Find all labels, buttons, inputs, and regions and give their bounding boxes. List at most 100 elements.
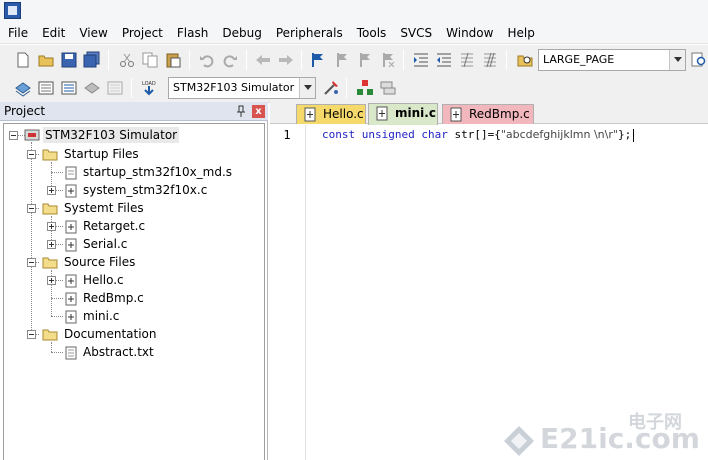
indent-icon[interactable] <box>412 51 430 69</box>
tree-root-target[interactable]: STM32F103 Simulator <box>43 127 180 143</box>
c-file-icon <box>65 184 77 198</box>
tree-file-hello-c[interactable]: Hello.c <box>83 272 124 288</box>
select-packs-icon[interactable] <box>379 79 397 97</box>
build-icon[interactable] <box>37 79 55 97</box>
uncomment-icon[interactable] <box>481 51 499 69</box>
chevron-down-icon[interactable] <box>669 50 685 70</box>
undo-icon[interactable] <box>198 51 216 69</box>
folder-open-icon <box>42 329 58 341</box>
menu-file[interactable]: File <box>0 22 35 44</box>
watermark-en-text: E21ic.com <box>540 422 700 455</box>
target-combo[interactable]: STM32F103 Simulator <box>168 77 316 99</box>
project-panel-title: Project <box>4 104 46 118</box>
tree-expander-startup[interactable] <box>27 150 36 159</box>
target-options-icon[interactable] <box>322 79 340 97</box>
bookmark-icon[interactable] <box>309 51 327 69</box>
tree-file-retarget-c[interactable]: Retarget.c <box>83 218 145 234</box>
tree-group-startup[interactable]: Startup Files <box>64 146 139 162</box>
asm-file-icon <box>65 166 77 180</box>
nav-forward-icon[interactable] <box>277 51 295 69</box>
batch-build-icon[interactable] <box>83 79 101 97</box>
prev-bookmark-icon[interactable] <box>332 51 350 69</box>
tree-file-startup-s[interactable]: startup_stm32f10x_md.s <box>83 164 232 180</box>
tab-mini-c[interactable]: mini.c <box>368 103 438 125</box>
tab-redbmp-c[interactable]: RedBmp.c <box>442 104 534 124</box>
page-combo[interactable]: LARGE_PAGE <box>538 49 686 71</box>
tab-hello-c[interactable]: Hello.c <box>296 104 366 124</box>
pin-icon[interactable] <box>236 105 246 117</box>
c-file-icon <box>65 292 77 306</box>
c-file-icon <box>65 274 77 288</box>
project-panel-header: Project x <box>0 102 268 121</box>
new-file-icon[interactable] <box>14 51 32 69</box>
code-string-literal: "abcdefghijklmn \n\r" <box>500 128 618 141</box>
copy-icon[interactable] <box>141 51 159 69</box>
save-icon[interactable] <box>60 51 78 69</box>
redo-icon[interactable] <box>221 51 239 69</box>
cut-icon[interactable] <box>118 51 136 69</box>
tree-file-system-c[interactable]: system_stm32f10x.c <box>83 182 207 198</box>
tree-expander-retarget[interactable] <box>47 222 56 231</box>
tree-expander-root[interactable] <box>9 131 18 140</box>
open-folder-icon[interactable] <box>37 51 55 69</box>
menu-project[interactable]: Project <box>115 22 170 44</box>
menu-flash[interactable]: Flash <box>170 22 215 44</box>
menu-debug[interactable]: Debug <box>215 22 268 44</box>
tree-group-systemt[interactable]: Systemt Files <box>64 200 144 216</box>
code-line[interactable]: const unsigned char str[]={"abcdefghijkl… <box>322 128 635 142</box>
menu-window[interactable]: Window <box>439 22 500 44</box>
translate-icon[interactable] <box>14 79 32 97</box>
manage-components-icon[interactable] <box>356 79 374 97</box>
tree-file-mini-c[interactable]: mini.c <box>83 308 119 324</box>
tree-file-abstract-txt[interactable]: Abstract.txt <box>83 344 154 360</box>
tree-group-source[interactable]: Source Files <box>64 254 135 270</box>
folder-open-icon <box>42 257 58 269</box>
watermark-logo: 电子网 E21ic.com <box>500 406 708 460</box>
unindent-icon[interactable] <box>435 51 453 69</box>
line-number: 1 <box>283 128 291 142</box>
tree-group-documentation[interactable]: Documentation <box>64 326 157 342</box>
menu-view[interactable]: View <box>72 22 114 44</box>
tree-expander-hello[interactable] <box>47 276 56 285</box>
text-file-icon <box>65 346 77 360</box>
code-identifier: str[]={ <box>454 128 501 141</box>
tree-expander-documentation[interactable] <box>27 330 36 339</box>
load-download-icon[interactable]: LOAD <box>140 79 158 97</box>
menu-svcs[interactable]: SVCS <box>393 22 439 44</box>
rebuild-icon[interactable] <box>60 79 78 97</box>
c-file-icon <box>65 238 77 252</box>
nav-back-icon[interactable] <box>254 51 272 69</box>
code-tail: }; <box>617 128 632 141</box>
code-keyword: char <box>421 128 448 141</box>
close-button[interactable]: x <box>252 105 265 118</box>
menu-tools[interactable]: Tools <box>350 22 394 44</box>
save-all-icon[interactable] <box>83 51 101 69</box>
paste-icon[interactable] <box>164 51 182 69</box>
c-file-icon <box>65 220 77 234</box>
code-keyword: const <box>322 128 356 141</box>
text-cursor <box>633 128 635 142</box>
menu-help[interactable]: Help <box>500 22 541 44</box>
chevron-down-icon[interactable] <box>299 78 315 98</box>
build-toolbar: LOAD STM32F103 Simulator <box>0 73 708 103</box>
line-number-gutter: 1 <box>270 125 306 460</box>
comment-icon[interactable] <box>458 51 476 69</box>
next-bookmark-icon[interactable] <box>355 51 373 69</box>
menu-peripherals[interactable]: Peripherals <box>269 22 350 44</box>
tree-expander-system[interactable] <box>47 186 56 195</box>
tree-file-serial-c[interactable]: Serial.c <box>83 236 127 252</box>
menu-edit[interactable]: Edit <box>35 22 72 44</box>
folder-open-icon <box>42 203 58 215</box>
tab-redbmp-c-label: RedBmp.c <box>469 107 530 121</box>
tab-hello-c-label: Hello.c <box>323 107 364 121</box>
tree-expander-serial[interactable] <box>47 240 56 249</box>
stop-build-icon[interactable] <box>106 79 124 97</box>
find-icon[interactable] <box>690 51 708 69</box>
tree-file-redbmp-c[interactable]: RedBmp.c <box>83 290 144 306</box>
code-keyword: unsigned <box>361 128 415 141</box>
tree-expander-source[interactable] <box>27 258 36 267</box>
clear-bookmarks-icon[interactable] <box>378 51 396 69</box>
find-in-files-icon[interactable] <box>516 51 534 69</box>
project-target-icon <box>24 129 40 141</box>
tree-expander-systemt[interactable] <box>27 204 36 213</box>
